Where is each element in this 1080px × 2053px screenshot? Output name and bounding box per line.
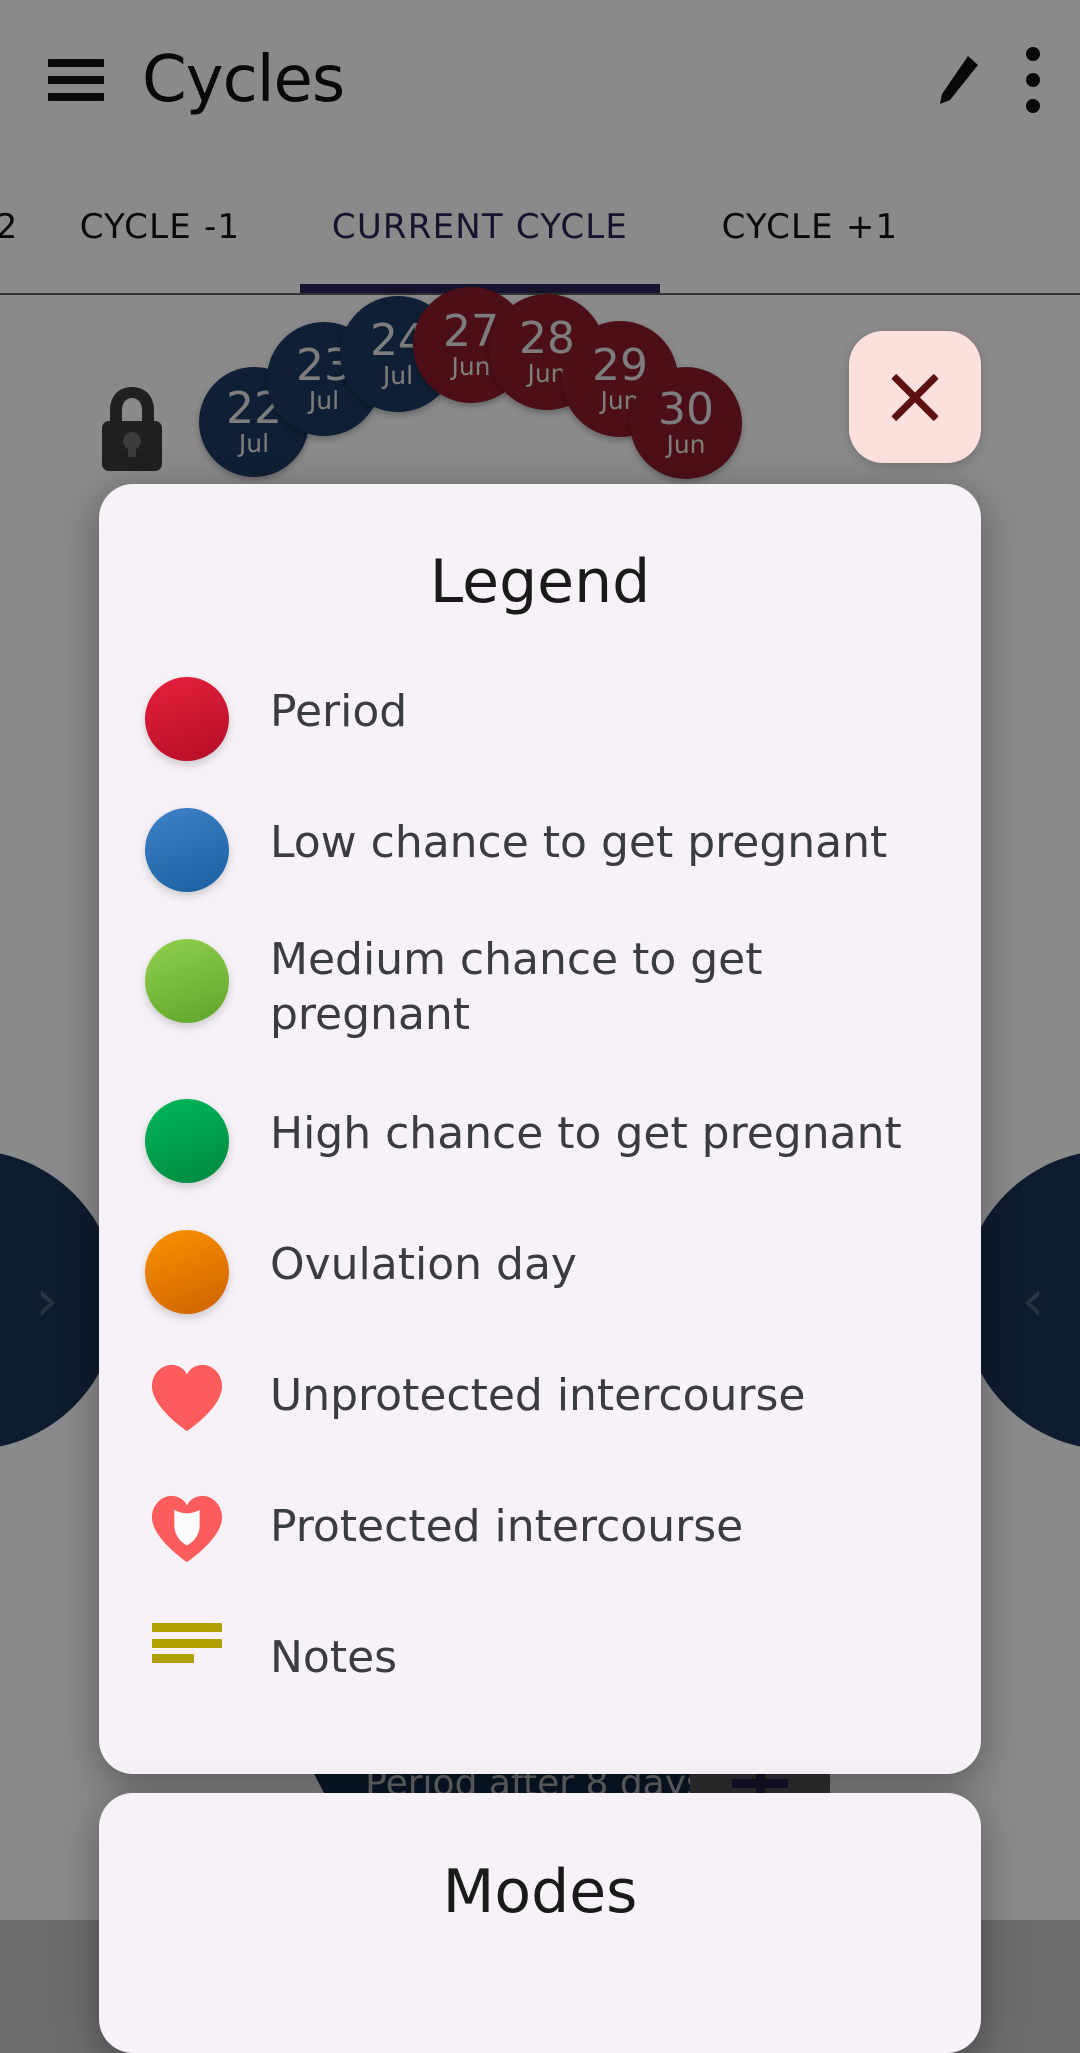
legend-dialog-title: Legend <box>429 547 651 617</box>
circle-swatch-high-chance <box>145 1099 229 1183</box>
legend-item-unprotected-intercourse: Unprotected intercourse <box>99 1347 981 1478</box>
legend-item-high-chance: High chance to get pregnant <box>99 1085 981 1216</box>
legend-item-label: Protected intercourse <box>270 1501 744 1552</box>
heart-shield-icon <box>151 1495 223 1563</box>
legend-item-label: High chance to get pregnant <box>270 1108 902 1159</box>
swatch-wrap <box>144 1609 230 1663</box>
swatch-wrap <box>144 1085 230 1183</box>
swatch-wrap <box>144 663 230 761</box>
circle-swatch-ovulation <box>145 1230 229 1314</box>
swatch-wrap <box>144 925 230 1023</box>
swatch-wrap <box>144 1478 230 1566</box>
legend-item-label: Low chance to get pregnant <box>270 817 888 868</box>
legend-item-medium-chance: Medium chance to get pregnant <box>99 925 981 1085</box>
legend-item-label: Unprotected intercourse <box>270 1370 806 1421</box>
swatch-wrap <box>144 794 230 892</box>
legend-item-protected-intercourse: Protected intercourse <box>99 1478 981 1609</box>
modes-dialog-title: Modes <box>442 1857 638 1927</box>
swatch-wrap <box>144 1347 230 1435</box>
modes-dialog: Modes <box>99 1793 981 2053</box>
circle-swatch-medium-chance <box>145 939 229 1023</box>
legend-item-label: Period <box>270 686 408 737</box>
legend-item-label: Notes <box>270 1632 398 1683</box>
legend-item-ovulation-day: Ovulation day <box>99 1216 981 1347</box>
legend-list: Period Low chance to get pregnant Medium… <box>99 663 981 1740</box>
legend-item-label: Ovulation day <box>270 1239 577 1290</box>
close-legend-button[interactable] <box>849 331 981 463</box>
legend-item-low-chance: Low chance to get pregnant <box>99 794 981 925</box>
legend-dialog: Legend Period Low chance to get pregnant… <box>99 484 981 1774</box>
legend-item-label: Medium chance to get pregnant <box>270 934 763 1040</box>
notes-lines-icon <box>152 1623 222 1663</box>
swatch-wrap <box>144 1216 230 1314</box>
circle-swatch-period <box>145 677 229 761</box>
circle-swatch-low-chance <box>145 808 229 892</box>
heart-filled-icon <box>151 1364 223 1432</box>
close-x-icon <box>885 367 945 427</box>
legend-item-period: Period <box>99 663 981 794</box>
legend-item-notes: Notes <box>99 1609 981 1740</box>
